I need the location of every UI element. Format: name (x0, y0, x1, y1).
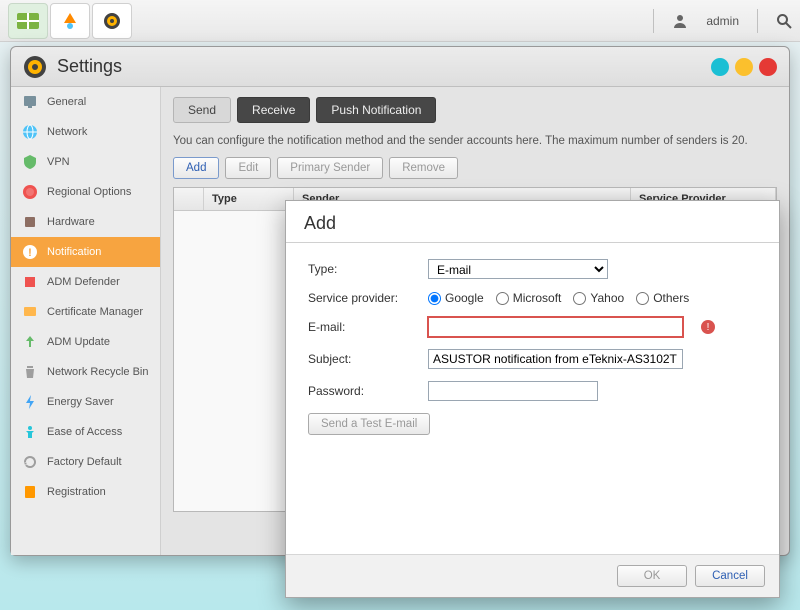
defender-icon (21, 273, 39, 291)
window-title: Settings (57, 56, 122, 77)
col-type[interactable]: Type (204, 188, 294, 210)
search-icon[interactable] (776, 13, 792, 29)
sidebar-item-defender[interactable]: ADM Defender (11, 267, 160, 297)
sidebar-item-notification[interactable]: ! Notification (11, 237, 160, 267)
password-input[interactable] (428, 381, 598, 401)
remove-button[interactable]: Remove (389, 157, 458, 179)
email-label: E-mail: (308, 320, 428, 334)
help-button[interactable] (711, 58, 729, 76)
primary-sender-button[interactable]: Primary Sender (277, 157, 383, 179)
tab-send[interactable]: Send (173, 97, 231, 123)
sidebar-item-label: Notification (47, 246, 101, 258)
modal-title: Add (286, 201, 779, 243)
taskbar-app-3[interactable] (92, 3, 132, 39)
sidebar-item-label: Certificate Manager (47, 306, 143, 318)
sidebar-item-registration[interactable]: Registration (11, 477, 160, 507)
sidebar-item-network[interactable]: Network (11, 117, 160, 147)
sidebar-item-label: VPN (47, 156, 70, 168)
general-icon (21, 93, 39, 111)
radio-others[interactable] (636, 292, 649, 305)
taskbar-app-2[interactable] (50, 3, 90, 39)
taskbar: admin (0, 0, 800, 42)
radio-yahoo[interactable] (573, 292, 586, 305)
email-input[interactable] (428, 317, 683, 337)
factory-icon (21, 453, 39, 471)
update-icon (21, 333, 39, 351)
send-test-email-button[interactable]: Send a Test E-mail (308, 413, 430, 435)
sidebar-item-recycle[interactable]: Network Recycle Bin (11, 357, 160, 387)
type-label: Type: (308, 262, 428, 276)
taskbar-username[interactable]: admin (706, 14, 739, 28)
sidebar-item-label: Registration (47, 486, 106, 498)
sidebar-item-cert[interactable]: Certificate Manager (11, 297, 160, 327)
minimize-button[interactable] (735, 58, 753, 76)
sidebar-item-label: ADM Update (47, 336, 110, 348)
provider-microsoft[interactable]: Microsoft (496, 291, 562, 305)
sidebar-item-label: Hardware (47, 216, 95, 228)
sidebar-item-label: Regional Options (47, 186, 131, 198)
close-button[interactable] (759, 58, 777, 76)
tab-description: You can configure the notification metho… (173, 133, 777, 149)
sidebar-item-ease[interactable]: Ease of Access (11, 417, 160, 447)
add-sender-modal: Add Type: E-mail Service provider: Googl… (285, 200, 780, 598)
sidebar-item-update[interactable]: ADM Update (11, 327, 160, 357)
radio-google[interactable] (428, 292, 441, 305)
sidebar-item-vpn[interactable]: VPN (11, 147, 160, 177)
cancel-button[interactable]: Cancel (695, 565, 765, 587)
col-checkbox[interactable] (174, 188, 204, 210)
taskbar-divider (653, 9, 654, 33)
sidebar-item-label: Network (47, 126, 87, 138)
ease-icon (21, 423, 39, 441)
sidebar-item-hardware[interactable]: Hardware (11, 207, 160, 237)
sidebar-item-label: ADM Defender (47, 276, 120, 288)
password-label: Password: (308, 384, 428, 398)
sidebar-item-label: Factory Default (47, 456, 122, 468)
tab-push[interactable]: Push Notification (316, 97, 436, 123)
provider-others[interactable]: Others (636, 291, 689, 305)
tab-receive[interactable]: Receive (237, 97, 310, 123)
vpn-icon (21, 153, 39, 171)
ok-button[interactable]: OK (617, 565, 687, 587)
certificate-icon (21, 303, 39, 321)
settings-app-icon (23, 55, 47, 79)
sidebar-item-factory[interactable]: Factory Default (11, 447, 160, 477)
sidebar-item-label: Ease of Access (47, 426, 122, 438)
user-icon[interactable] (672, 13, 688, 29)
sidebar-item-label: Energy Saver (47, 396, 114, 408)
titlebar: Settings (11, 47, 789, 87)
sidebar: General Network VPN Regional Options Har… (11, 87, 161, 555)
svg-text:!: ! (28, 247, 32, 259)
taskbar-divider (757, 9, 758, 33)
recycle-icon (21, 363, 39, 381)
add-button[interactable]: Add (173, 157, 219, 179)
registration-icon (21, 483, 39, 501)
notification-icon: ! (21, 243, 39, 261)
sidebar-item-label: Network Recycle Bin (47, 366, 148, 378)
network-icon (21, 123, 39, 141)
radio-microsoft[interactable] (496, 292, 509, 305)
provider-google[interactable]: Google (428, 291, 484, 305)
sidebar-item-general[interactable]: General (11, 87, 160, 117)
taskbar-app-1[interactable] (8, 3, 48, 39)
hardware-icon (21, 213, 39, 231)
energy-icon (21, 393, 39, 411)
sidebar-item-label: General (47, 96, 86, 108)
subject-input[interactable] (428, 349, 683, 369)
subject-label: Subject: (308, 352, 428, 366)
provider-label: Service provider: (308, 291, 428, 305)
sidebar-item-energy[interactable]: Energy Saver (11, 387, 160, 417)
globe-icon (21, 183, 39, 201)
sidebar-item-regional[interactable]: Regional Options (11, 177, 160, 207)
edit-button[interactable]: Edit (225, 157, 271, 179)
type-select[interactable]: E-mail (428, 259, 608, 279)
error-icon: ! (701, 320, 715, 334)
provider-yahoo[interactable]: Yahoo (573, 291, 624, 305)
